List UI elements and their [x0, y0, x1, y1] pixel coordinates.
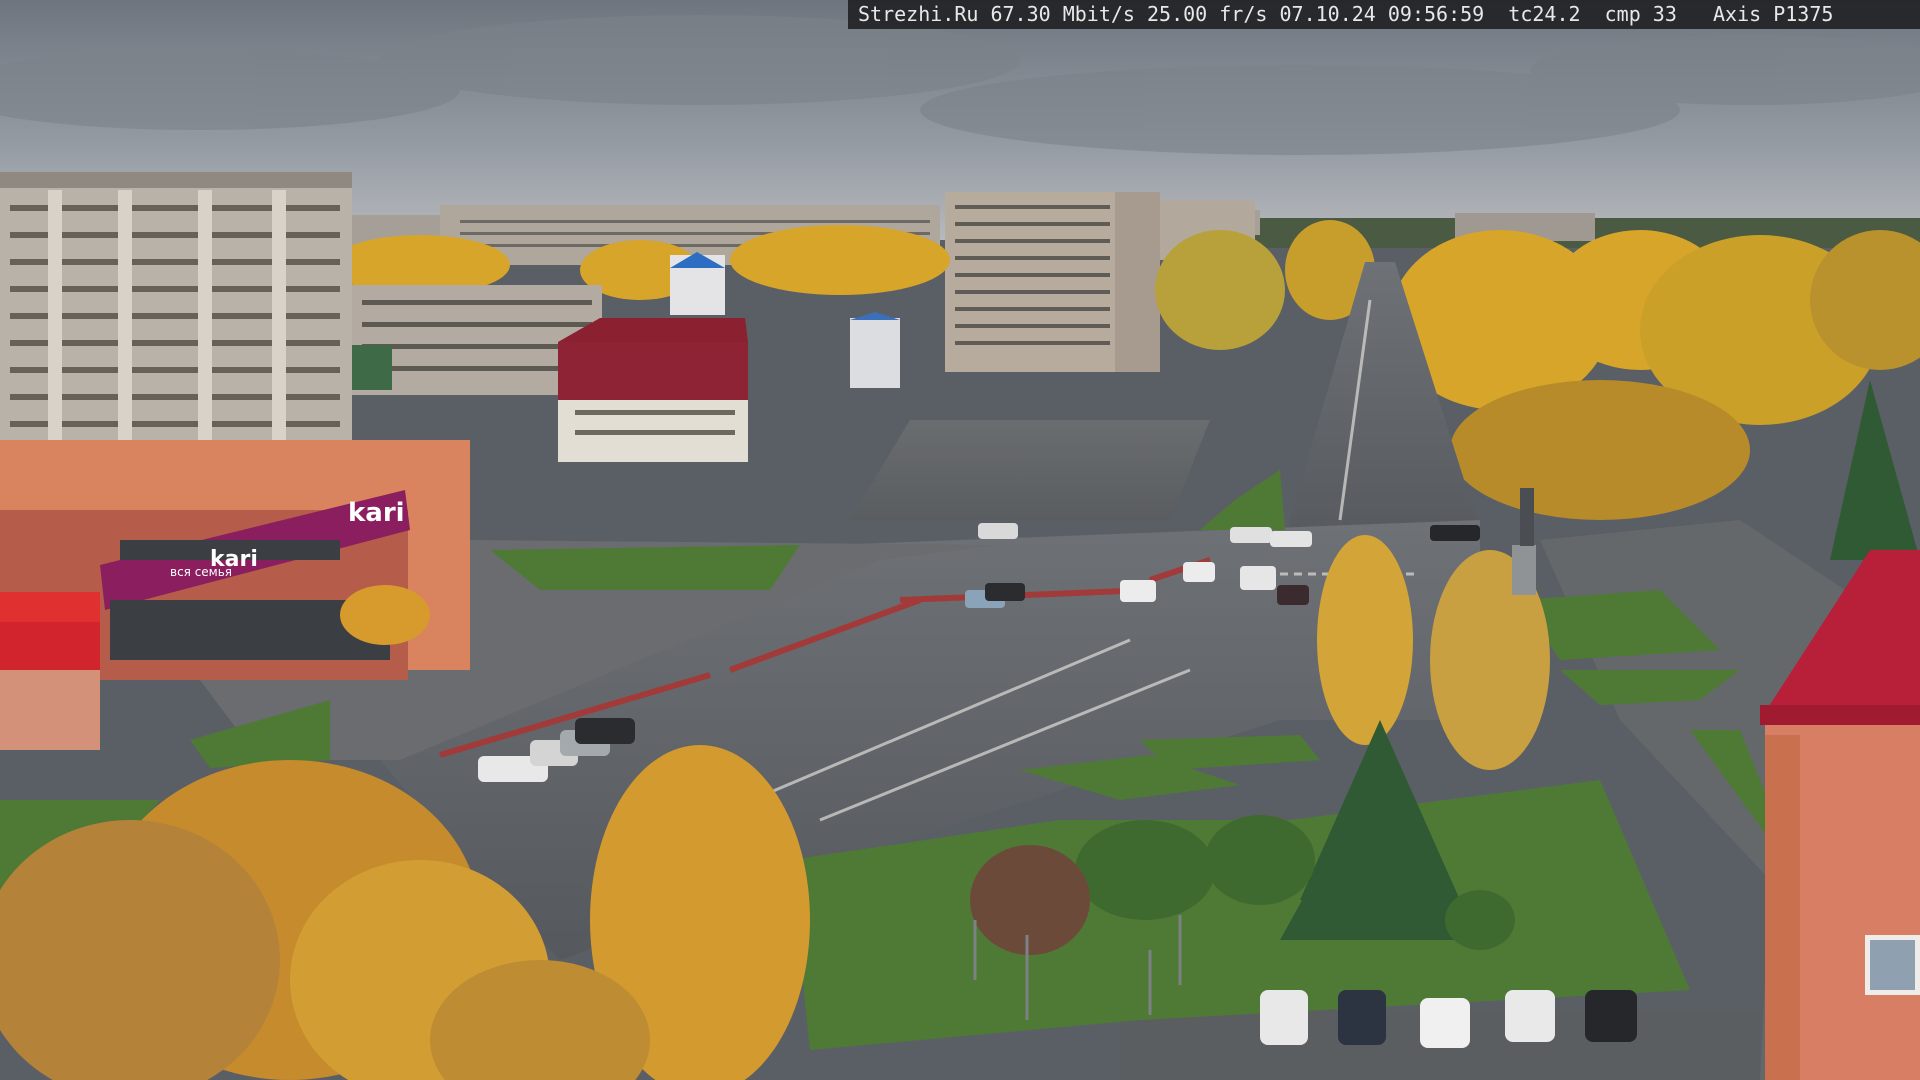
overlay-time: 09:56:59: [1387, 2, 1485, 26]
overlay-cmp: cmp 33: [1604, 2, 1677, 26]
upper-plaza: [850, 420, 1210, 520]
overlay-framerate: 25.00 fr/s: [1147, 2, 1268, 26]
store-sign-brand: kari: [348, 498, 405, 528]
webcam-frame: kari kari вся семья Strezhi.Ru 67.30 Mbi…: [0, 0, 1920, 1080]
overlay-camera-model: Axis P1375: [1713, 2, 1834, 26]
store-sign-slogan: вся семья: [170, 565, 232, 579]
overlay-tc: tc24.2: [1508, 2, 1581, 26]
overlay-bitrate: 67.30 Mbit/s: [990, 2, 1135, 26]
overlay-date: 07.10.24: [1279, 2, 1376, 26]
city-street-scene: kari kari вся семья: [0, 0, 1920, 1080]
overlay-site: Strezhi.Ru: [858, 2, 979, 26]
camera-info-overlay: Strezhi.Ru 67.30 Mbit/s 25.00 fr/s 07.10…: [848, 0, 1920, 29]
